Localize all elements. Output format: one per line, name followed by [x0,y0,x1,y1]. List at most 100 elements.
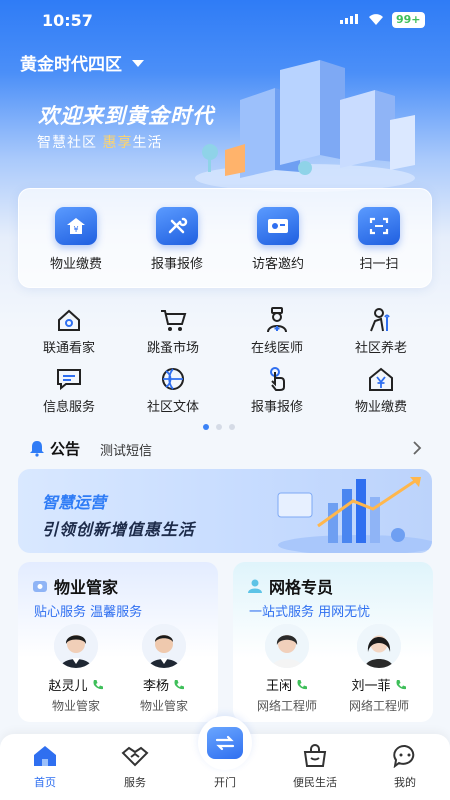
handshake-icon [90,743,180,769]
service-label: 报事报修 [250,400,303,415]
notice-title: 公告 [50,440,81,458]
community-selector[interactable]: 黄金时代四区 [20,50,144,75]
basketball-icon [128,366,218,392]
butler-icon [33,581,47,592]
doctor-icon [232,307,322,333]
person-role: 物业管家 [139,699,188,713]
service-label: 联通看家 [42,341,95,356]
tab-label: 便民生活 [293,776,337,789]
manager-card-title: 物业管家 [54,578,119,597]
person-role: 网络工程师 [256,699,317,713]
phone-icon[interactable] [296,679,308,691]
quick-action-repair[interactable]: 报事报修 [132,207,222,272]
battery-badge: 99+ [392,12,425,28]
welcome-slogan: 智慧社区 惠享生活 [37,132,162,152]
banner-subtitle: 引领创新增值惠生活 [42,520,196,539]
notice-text: 测试短信 [100,444,153,459]
manager-card-header: 物业管家 [32,574,118,598]
svg-text:¥: ¥ [73,225,78,234]
status-time: 10:57 [42,11,93,30]
service-item[interactable]: 社区文体 [128,366,218,415]
status-bar: 10:57 99+ [0,0,450,40]
service-label: 跳蚤市场 [146,341,199,356]
quick-action-label: 访客邀约 [251,257,304,272]
quick-actions-card: ¥ 物业缴费 报事报修 访客邀约 扫一扫 [18,188,432,288]
service-label: 在线医师 [250,341,303,356]
person-name: 赵灵儿 [48,679,88,694]
shopping-cart-icon [128,307,218,333]
quick-action-visitor[interactable]: 访客邀约 [233,207,323,272]
visitor-card-icon [257,207,299,245]
property-manager-card: 物业管家 贴心服务 温馨服务 赵灵儿 物业管家 李杨 物业管家 [18,562,218,722]
tab-label: 开门 [214,776,236,789]
tab-label: 首页 [34,776,56,789]
avatar [142,624,186,668]
service-item[interactable]: 物业缴费 [336,366,426,415]
elderly-care-icon [336,307,426,333]
service-item[interactable]: 信息服务 [24,366,114,415]
tab-label: 我的 [394,776,416,789]
promo-banner[interactable]: 智慧运营 引领创新增值惠生活 [18,469,432,553]
service-item[interactable]: 在线医师 [232,307,322,356]
banner-title: 智慧运营 [42,493,107,512]
manager-card-subtitle: 贴心服务 温馨服务 [34,605,143,620]
network-card-title: 网格专员 [269,578,334,597]
manager-person[interactable]: 赵灵儿 物业管家 [34,624,118,714]
service-item[interactable]: 跳蚤市场 [128,307,218,356]
tab-label: 服务 [124,776,146,789]
quick-action-scan[interactable]: 扫一扫 [334,207,424,272]
open-door-button[interactable] [198,716,252,770]
tap-hand-icon [232,366,322,392]
avatar [265,624,309,668]
wifi-icon [369,14,383,25]
signal-icon [340,14,358,24]
person-role: 物业管家 [51,699,100,713]
repair-tools-icon [156,207,198,245]
service-label: 信息服务 [42,400,95,415]
quick-action-label: 物业缴费 [49,257,102,272]
service-item[interactable]: 报事报修 [232,366,322,415]
person-name: 王闲 [265,679,292,694]
service-label: 社区养老 [354,341,407,356]
house-yuan-icon [336,366,426,392]
scan-icon [358,207,400,245]
quick-action-label: 扫一扫 [359,257,399,272]
slogan-part-a: 智慧社区 [37,135,97,151]
network-person[interactable]: 刘一菲 网络工程师 [337,624,421,714]
avatar [54,624,98,668]
slogan-part-b: 生活 [132,135,163,151]
person-role: 网络工程师 [348,699,409,713]
city-illustration [195,60,415,192]
network-card-subtitle: 一站式服务 用网无忧 [249,605,371,620]
chevron-right-icon [413,441,422,455]
tab-convenience[interactable]: 便民生活 [270,743,360,790]
network-specialist-card: 网格专员 一站式服务 用网无忧 王闲 网络工程师 刘一菲 网络工程师 [233,562,433,722]
phone-icon[interactable] [92,679,104,691]
phone-icon[interactable] [395,679,407,691]
home-icon [0,743,90,769]
tab-home[interactable]: 首页 [0,743,90,790]
property-fee-icon: ¥ [55,207,97,245]
shopping-bag-icon [270,743,360,769]
home-camera-icon [24,307,114,333]
notice-bar[interactable]: 公告 测试短信 [28,438,428,459]
growth-chart-illustration [277,477,432,553]
phone-icon[interactable] [173,679,185,691]
service-label: 社区文体 [146,400,199,415]
network-person[interactable]: 王闲 网络工程师 [245,624,329,714]
community-name: 黄金时代四区 [20,55,122,75]
service-item[interactable]: 社区养老 [336,307,426,356]
message-icon [24,366,114,392]
bell-icon [30,441,44,457]
manager-person[interactable]: 李杨 物业管家 [122,624,206,714]
service-item[interactable]: 联通看家 [24,307,114,356]
tab-services[interactable]: 服务 [90,743,180,790]
slogan-highlight: 惠享 [102,135,133,151]
person-name: 刘一菲 [351,679,391,694]
person-name: 李杨 [142,679,169,694]
page-indicator [203,424,235,430]
quick-action-property-fee[interactable]: ¥ 物业缴费 [31,207,121,272]
quick-action-label: 报事报修 [150,257,203,272]
user-icon [248,579,262,593]
tab-profile[interactable]: 我的 [360,743,450,790]
